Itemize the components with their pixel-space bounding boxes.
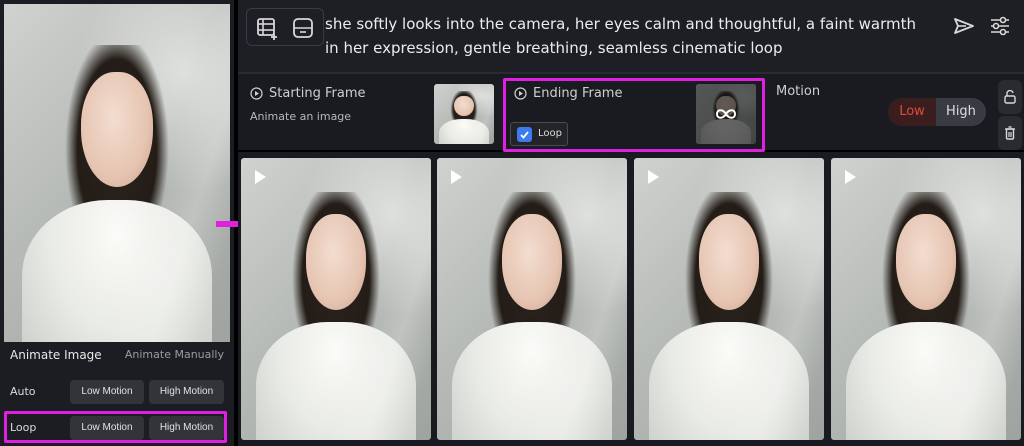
motion-toggle: Low High (888, 98, 986, 126)
frame-icon[interactable] (290, 15, 316, 41)
video-result-tile[interactable] (831, 158, 1021, 440)
left-panel: Animate Image Animate Manually Auto Low … (0, 0, 234, 446)
frame-settings: Starting Frame Animate an image Ending F… (238, 72, 1024, 152)
play-icon[interactable] (255, 170, 266, 184)
loop-label: Loop (10, 421, 37, 434)
loop-high-motion-button[interactable]: High Motion (149, 416, 224, 440)
sliders-icon[interactable] (988, 14, 1012, 38)
auto-low-motion-button[interactable]: Low Motion (70, 380, 144, 404)
play-circle-icon (514, 87, 527, 100)
checkbox-checked-icon[interactable] (517, 127, 532, 142)
film-plus-icon[interactable] (254, 15, 280, 41)
auto-label: Auto (10, 385, 36, 398)
starting-frame-thumbnail[interactable] (434, 84, 494, 144)
loop-checkbox-label: Loop (538, 128, 562, 139)
send-icon[interactable] (952, 14, 976, 38)
loop-checkbox[interactable]: Loop (510, 122, 568, 146)
prompt-bar: she softly looks into the camera, her ey… (238, 0, 1024, 72)
video-result-tile[interactable] (634, 158, 824, 440)
ending-frame-thumbnail[interactable] (696, 84, 756, 144)
play-icon[interactable] (451, 170, 462, 184)
starting-frame-header: Starting Frame (250, 86, 366, 101)
motion-low-option[interactable]: Low (888, 98, 936, 126)
play-icon[interactable] (845, 170, 856, 184)
starting-frame-subtitle: Animate an image (250, 110, 352, 123)
motion-title: Motion (776, 84, 821, 99)
motion-high-option[interactable]: High (936, 98, 986, 126)
prompt-tools (246, 8, 324, 46)
ending-frame-header: Ending Frame (514, 86, 622, 101)
play-icon[interactable] (648, 170, 659, 184)
trash-icon (1005, 126, 1015, 140)
infinity-icon (715, 109, 737, 119)
starting-frame-title: Starting Frame (269, 86, 366, 101)
auto-high-motion-button[interactable]: High Motion (149, 380, 224, 404)
play-circle-icon (250, 87, 263, 100)
loop-low-motion-button[interactable]: Low Motion (70, 416, 144, 440)
animate-image-title: Animate Image (10, 348, 102, 362)
video-result-tile[interactable] (437, 158, 627, 440)
animate-manually-link[interactable]: Animate Manually (125, 348, 224, 361)
unlock-button[interactable] (998, 80, 1022, 114)
ending-frame-title: Ending Frame (533, 86, 623, 101)
delete-button[interactable] (998, 116, 1022, 150)
source-image (4, 4, 230, 342)
unlock-icon (1004, 90, 1016, 104)
video-results-grid (238, 152, 1024, 446)
video-result-tile[interactable] (241, 158, 431, 440)
auto-row: Auto Low Motion High Motion (4, 376, 230, 408)
prompt-text[interactable]: she softly looks into the camera, her ey… (325, 12, 925, 60)
loop-row: Loop Low Motion High Motion (4, 412, 230, 444)
